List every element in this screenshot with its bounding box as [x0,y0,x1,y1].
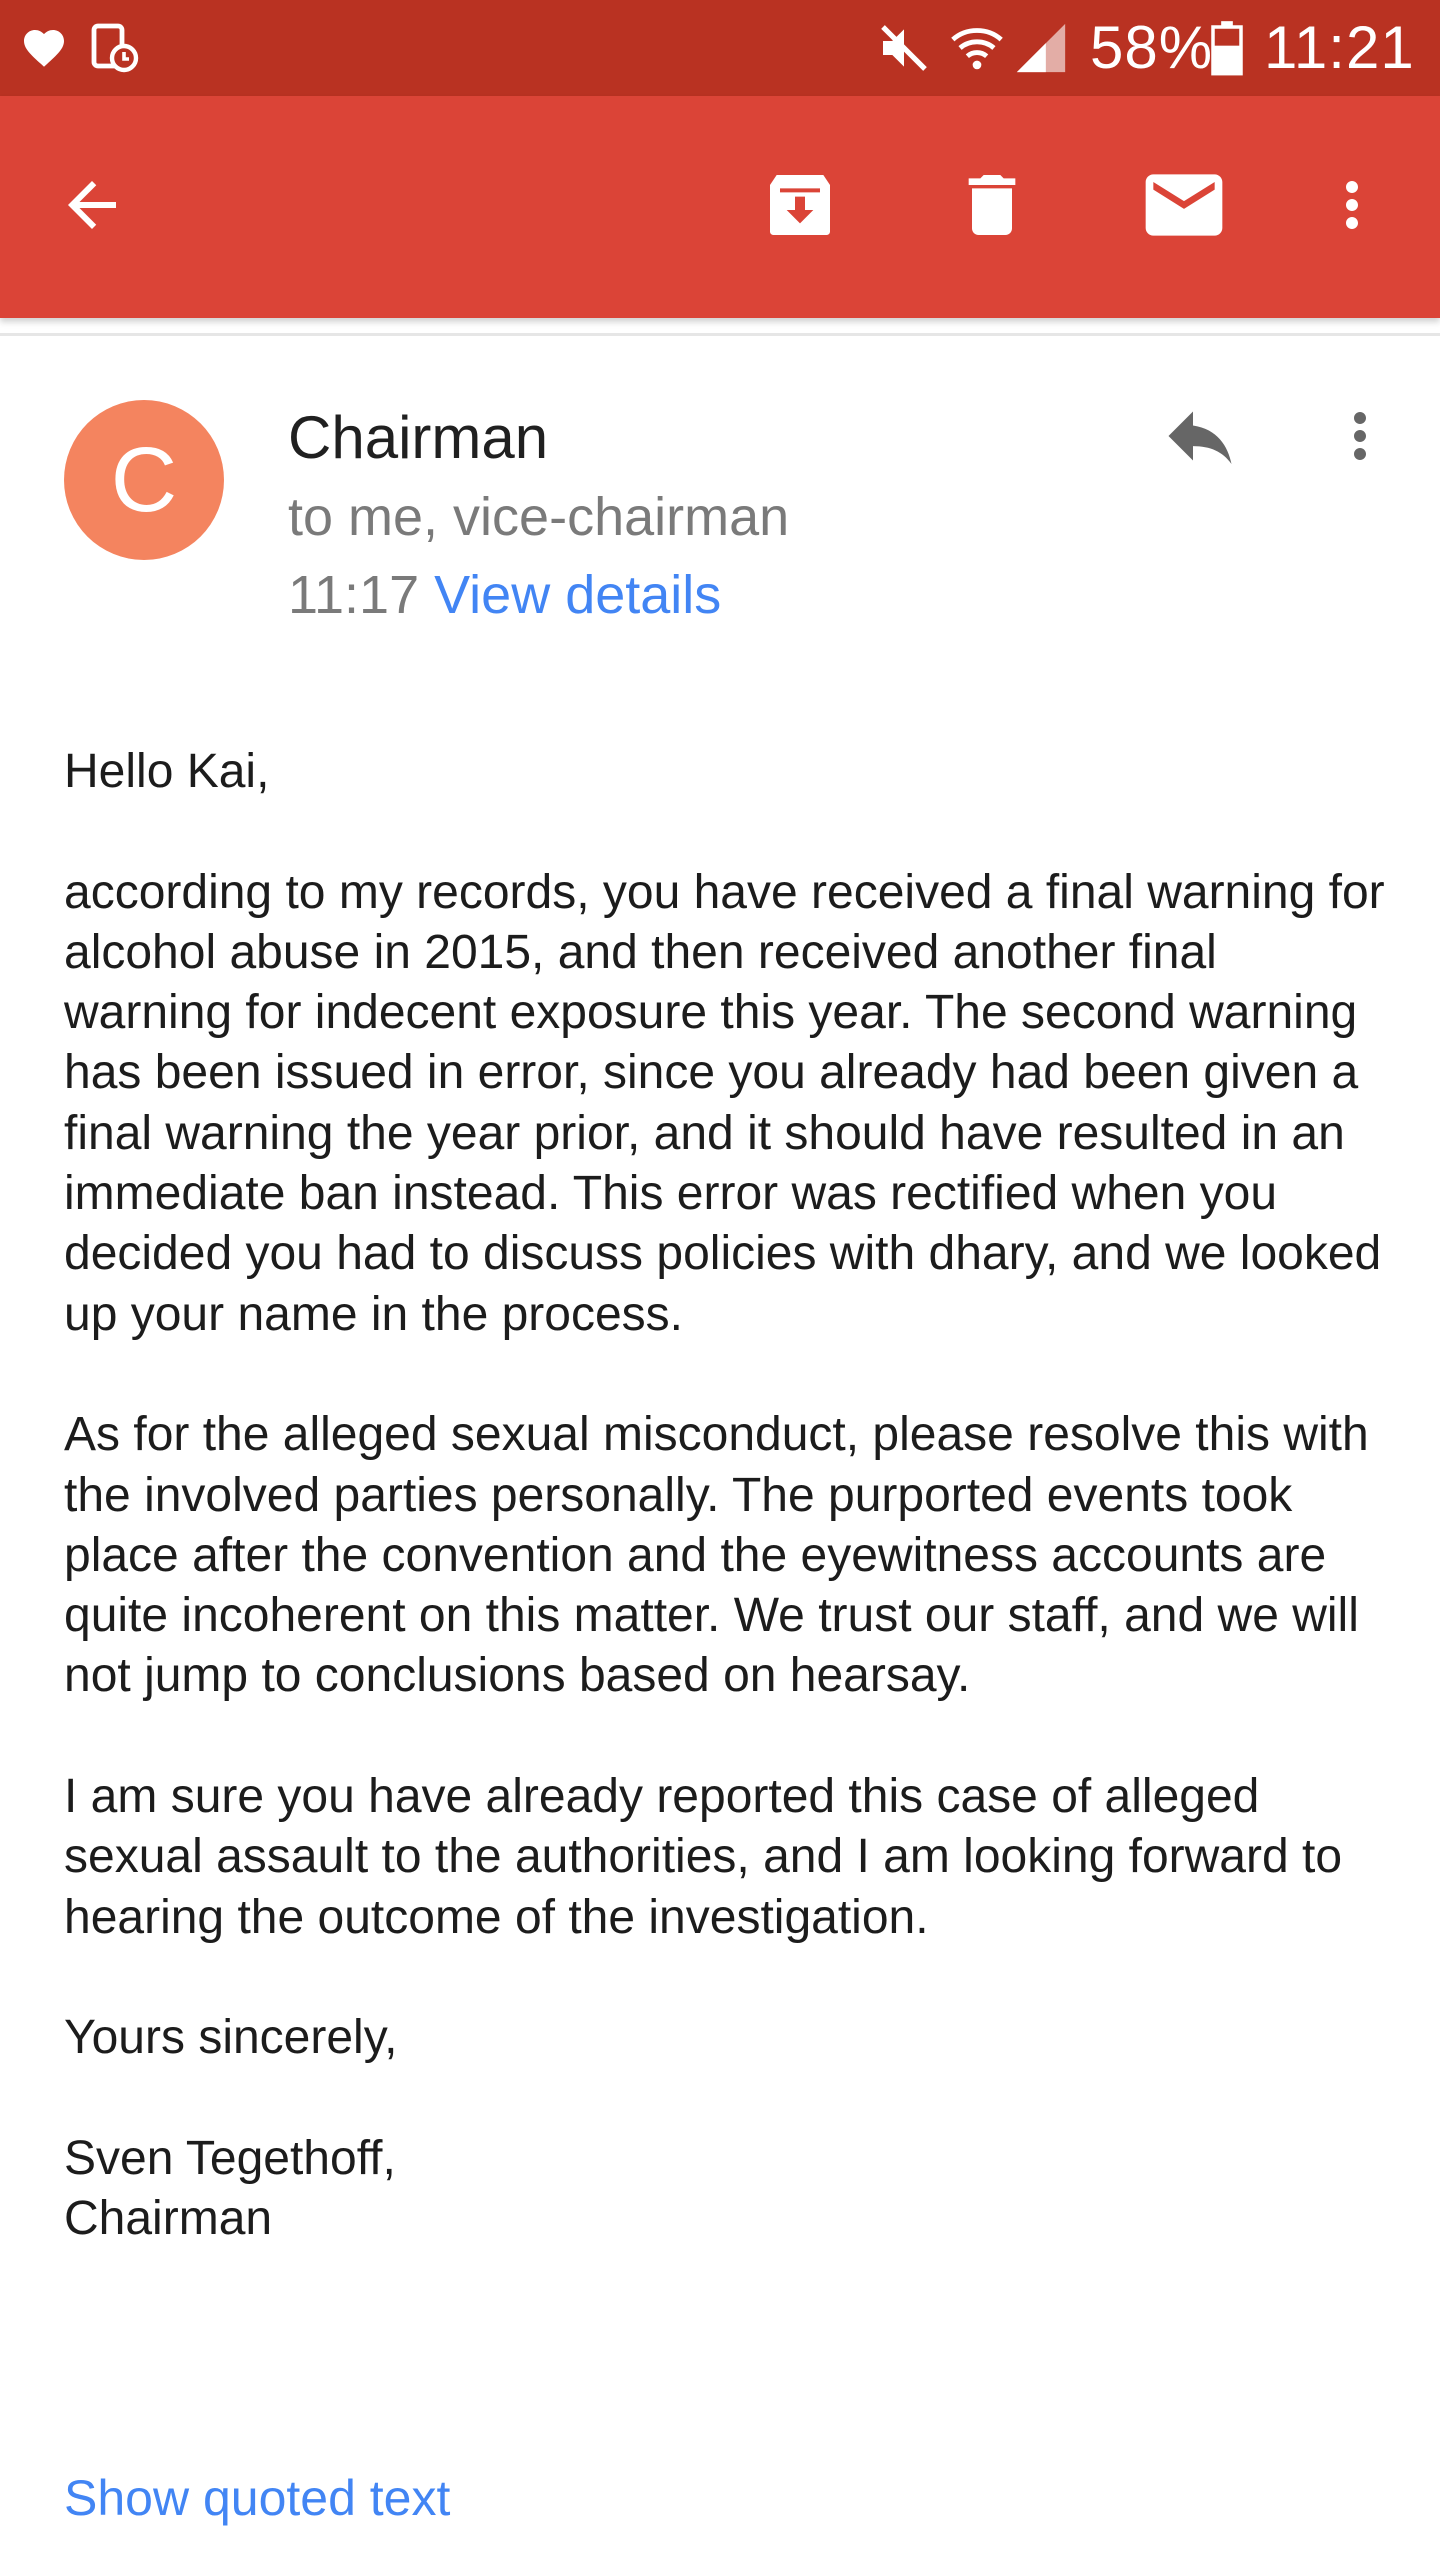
status-bar: 58% 11:21 [0,0,1440,96]
app-bar [0,96,1440,318]
overflow-menu-button[interactable] [1292,96,1412,318]
message-meta: 11:17 View details [288,560,721,630]
more-vert-icon [1324,400,1396,477]
message-body: Hello Kai, according to my records, you … [64,742,1394,2310]
signal-icon [1012,0,1070,96]
device-lock-icon [86,0,142,96]
back-button[interactable] [32,96,152,318]
show-quoted-text-link[interactable]: Show quoted text [64,2464,450,2532]
reply-icon [1158,394,1242,483]
signature-name: Sven Tegethoff, [64,2131,396,2185]
wifi-icon [948,0,1006,96]
mark-unread-icon [1138,159,1230,256]
greeting: Hello Kai, [64,745,270,798]
signature-title: Chairman [64,2192,273,2246]
sender-name: Chairman [288,404,549,471]
battery-icon [1210,0,1244,96]
header-divider [0,333,1440,336]
closing: Yours sincerely, [64,2011,398,2065]
message-time: 11:17 [288,565,420,625]
battery-percent: 58% [1090,14,1214,81]
view-details-link[interactable]: View details [434,565,721,625]
mute-icon [876,0,932,96]
back-arrow-icon [56,169,128,246]
body-paragraph: according to my records, you have receiv… [64,865,1385,1341]
recipients: to me, vice-chairman [288,487,790,547]
signature: Sven Tegethoff, Chairman [64,2129,1394,2250]
body-paragraph: As for the alleged sexual misconduct, pl… [64,1408,1369,1703]
mark-unread-button[interactable] [1124,96,1244,318]
avatar[interactable]: C [64,400,224,560]
message-more-button[interactable] [1310,388,1410,488]
reply-button[interactable] [1140,388,1260,488]
delete-icon [952,165,1032,250]
delete-button[interactable] [932,96,1052,318]
archive-button[interactable] [740,96,860,318]
more-vert-icon [1316,169,1388,246]
clock: 11:21 [1264,14,1415,81]
body-paragraph: I am sure you have already reported this… [64,1770,1343,1944]
archive-icon [760,165,840,250]
heart-icon [20,0,68,96]
